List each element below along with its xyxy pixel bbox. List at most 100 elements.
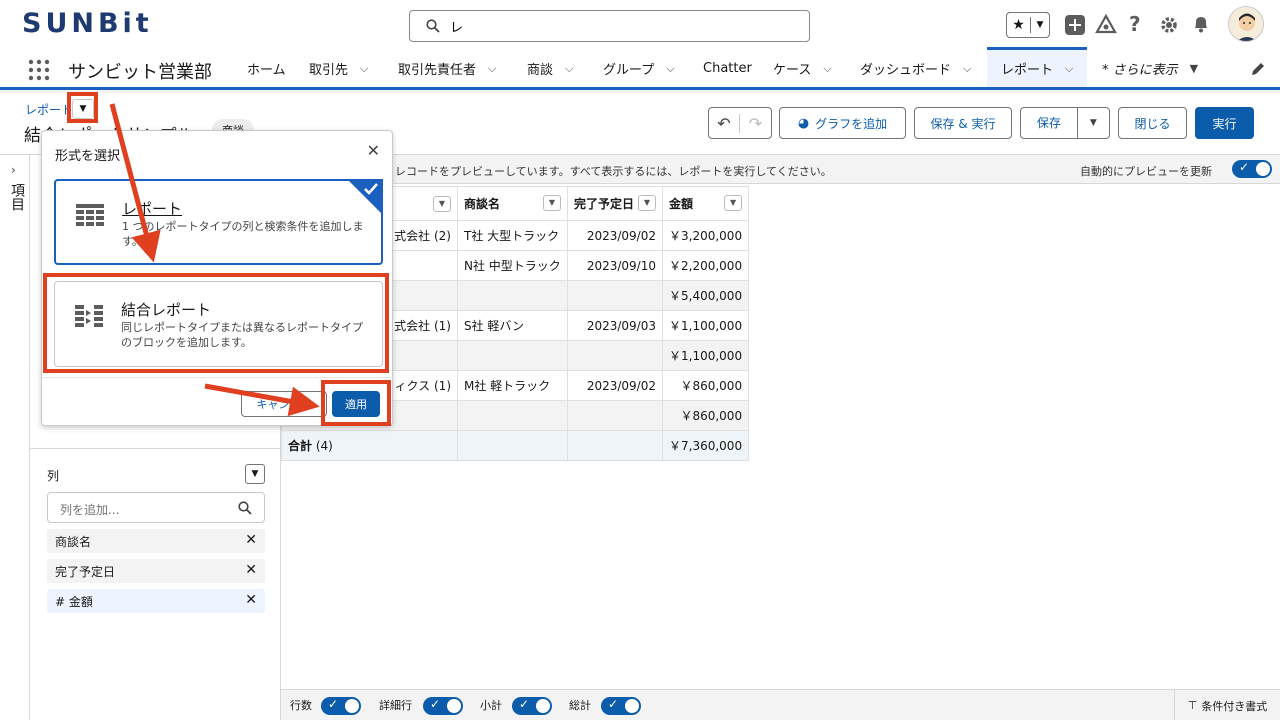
close-button[interactable]: 閉じる: [1118, 107, 1187, 139]
close-icon[interactable]: ✕: [245, 532, 257, 548]
nav-item-contacts[interactable]: 取引先責任者 ⌵: [398, 50, 496, 87]
row-count-toggle[interactable]: ✓: [321, 697, 361, 715]
caret-down-icon[interactable]: ▼: [543, 195, 561, 211]
nav-item-groups[interactable]: グループ ⌵: [603, 50, 675, 87]
undo-redo-group: ↶ ↷: [708, 107, 772, 139]
add-chart-button[interactable]: ◕ グラフを追加: [779, 107, 906, 139]
cancel-button[interactable]: キャンセル: [241, 391, 327, 417]
column-header[interactable]: 商談名 ▼: [457, 186, 568, 221]
close-icon[interactable]: ✕: [245, 562, 257, 578]
chevron-down-icon[interactable]: ⌵: [666, 62, 674, 76]
report-preview: レコードをプレビューしています。すべて表示するには、レポートを実行してください。…: [281, 155, 1280, 720]
trailhead-icon[interactable]: [1095, 14, 1117, 36]
nav-item-reports[interactable]: レポート ⌵: [987, 47, 1088, 87]
auto-update-toggle[interactable]: ✓: [1232, 160, 1272, 178]
save-button[interactable]: 保存: [1021, 108, 1078, 138]
column-pill[interactable]: 商談名 ✕: [47, 529, 265, 553]
edit-nav-icon[interactable]: [1250, 61, 1266, 77]
avatar[interactable]: [1228, 6, 1264, 42]
nav-label: 商談: [527, 63, 554, 78]
breadcrumb[interactable]: レポート: [25, 101, 73, 118]
columns-heading: 列: [47, 469, 60, 483]
detail-rows-toggle[interactable]: ✓: [423, 697, 463, 715]
nav-item-opportunities[interactable]: 商談 ⌵: [527, 50, 573, 87]
search-input[interactable]: [450, 15, 790, 37]
column-label: # 金額: [55, 594, 93, 609]
add-column-search[interactable]: 列を追加...: [47, 492, 265, 523]
star-icon: ★: [1007, 17, 1031, 33]
chevron-down-icon[interactable]: ⌵: [1065, 62, 1073, 76]
popover-title: 形式を選択: [55, 149, 121, 164]
column-header[interactable]: 完了予定日 ▼: [567, 186, 663, 221]
column-header[interactable]: 金額 ▼: [661, 186, 750, 221]
add-icon[interactable]: [1065, 15, 1085, 35]
caret-down-icon[interactable]: ▼: [638, 195, 656, 211]
nav-label: ダッシュボード: [860, 63, 952, 78]
caret-down-icon[interactable]: ▼: [1190, 62, 1198, 75]
chevron-down-icon[interactable]: ⌵: [823, 62, 831, 76]
chevron-right-icon[interactable]: ›: [11, 163, 16, 177]
cell: [457, 340, 568, 371]
nav-item-cases[interactable]: ケース ⌵: [773, 50, 832, 87]
nav-item-more[interactable]: * さらに表示 ▼: [1102, 50, 1198, 87]
nav-item-chatter[interactable]: Chatter: [703, 50, 752, 87]
nav-label: * さらに表示: [1102, 63, 1178, 78]
close-icon[interactable]: ✕: [367, 141, 380, 160]
caret-down-icon[interactable]: ▼: [1078, 118, 1109, 128]
nav-item-accounts[interactable]: 取引先 ⌵: [309, 50, 368, 87]
column-pill[interactable]: 完了予定日 ✕: [47, 559, 265, 583]
close-icon[interactable]: ✕: [245, 592, 257, 608]
run-button[interactable]: 実行: [1195, 107, 1254, 139]
column-pill[interactable]: # 金額 ✕: [47, 589, 265, 613]
divider: [30, 448, 281, 449]
option-title: レポート: [122, 200, 183, 218]
fields-rail-label: 項目: [9, 183, 25, 211]
conditional-formatting-button[interactable]: ⊤ 条件付き書式: [1174, 690, 1280, 720]
cell: ￥3,200,000: [661, 220, 750, 251]
undo-icon[interactable]: ↶: [709, 113, 741, 133]
redo-icon[interactable]: ↷: [740, 114, 771, 133]
fields-rail[interactable]: › 項目: [0, 155, 30, 720]
chevron-down-icon[interactable]: ⌵: [360, 62, 368, 76]
columns-menu-button[interactable]: ▼: [245, 464, 265, 484]
cell: [567, 400, 663, 431]
nav-label: レポート: [1001, 63, 1054, 78]
nav-label: 取引先: [309, 63, 349, 78]
cell: ￥860,000: [661, 370, 750, 401]
caret-down-icon[interactable]: ▼: [433, 195, 451, 212]
help-icon[interactable]: ?: [1129, 12, 1141, 36]
cell: 2023/09/03: [567, 310, 663, 341]
total-label: 合計: [288, 439, 313, 453]
row-count-label: 行数: [290, 699, 312, 712]
auto-update-label: 自動的にプレビューを更新: [1080, 165, 1212, 178]
paint-roller-icon: ⊤: [1187, 699, 1198, 712]
gear-icon[interactable]: [1159, 15, 1179, 35]
search-placeholder: 列を追加...: [60, 503, 120, 517]
chevron-down-icon: ▼: [1036, 20, 1044, 30]
bell-icon[interactable]: [1191, 14, 1211, 34]
cell: 2023/09/02: [567, 370, 663, 401]
nav-item-dashboards[interactable]: ダッシュボード ⌵: [860, 50, 971, 87]
cell: ￥7,360,000: [661, 430, 750, 461]
save-and-run-button[interactable]: 保存 & 実行: [914, 107, 1012, 139]
format-option-report[interactable]: レポート 1 つのレポートタイプの列と検索条件を追加します。: [54, 179, 383, 265]
check-icon: ✓: [608, 697, 619, 711]
app-name: サンビット営業部: [68, 62, 212, 83]
chevron-down-icon[interactable]: ⌵: [963, 62, 971, 76]
highlight-box-apply: [321, 380, 391, 426]
cell: ￥1,100,000: [661, 310, 750, 341]
cell: ￥5,400,000: [661, 280, 750, 311]
chevron-down-icon[interactable]: ⌵: [488, 62, 496, 76]
grand-total-toggle[interactable]: ✓: [601, 697, 641, 715]
favorites-button[interactable]: ★ ▼: [1006, 12, 1050, 38]
subtotals-toggle[interactable]: ✓: [512, 697, 552, 715]
app-launcher-icon[interactable]: [28, 59, 50, 81]
caret-down-icon[interactable]: ▼: [724, 195, 743, 211]
detail-rows-label: 詳細行: [379, 699, 412, 712]
button-label: グラフを追加: [815, 116, 888, 131]
search-icon: [426, 19, 440, 33]
company-logo[interactable]: SUNBit: [22, 8, 153, 39]
global-search[interactable]: [409, 10, 810, 42]
nav-item-home[interactable]: ホーム: [247, 50, 286, 87]
chevron-down-icon[interactable]: ⌵: [565, 62, 573, 76]
